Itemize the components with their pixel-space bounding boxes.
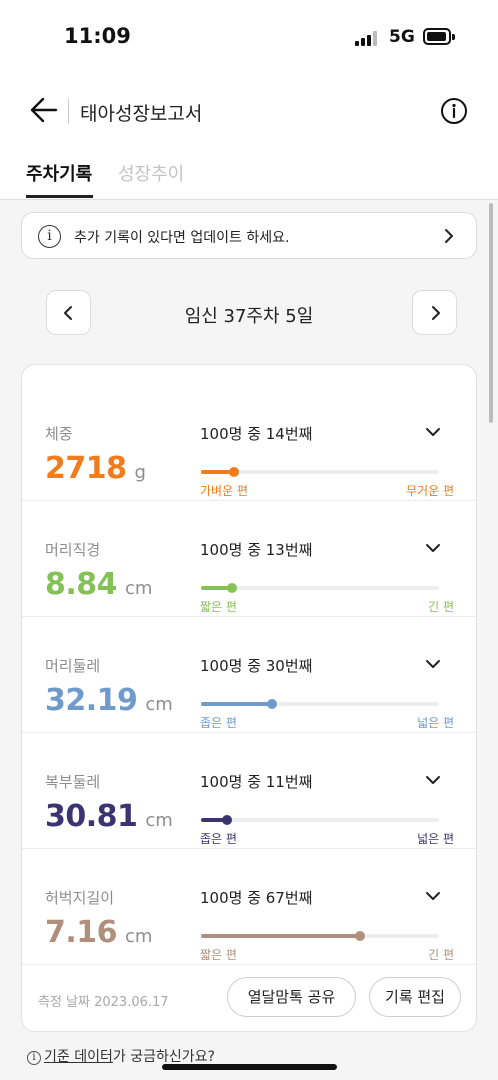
- week-navigator: 임신 37주차 5일: [0, 290, 498, 335]
- metric-number: 32.19: [45, 683, 138, 718]
- chevron-down-icon[interactable]: [424, 541, 442, 555]
- metric-value: 2718 g: [45, 451, 146, 486]
- metric-label: 허벅지길이: [45, 889, 115, 907]
- active-tab-indicator: [26, 195, 93, 198]
- metric-label: 체중: [45, 425, 73, 443]
- range-left-label: 가벼운 편: [200, 484, 248, 498]
- reference-data-link-text: 기준 데이터: [44, 1049, 113, 1065]
- metric-number: 8.84: [45, 567, 118, 602]
- percentile-track: [201, 699, 439, 709]
- header-divider: [68, 98, 69, 124]
- range-right-label: 넓은 편: [417, 832, 454, 846]
- percentile-marker: [229, 467, 240, 477]
- range-left-label: 좁은 편: [200, 832, 237, 846]
- update-notice[interactable]: i 추가 기록이 있다면 업데이트 하세요.: [21, 212, 477, 259]
- status-bar: 11:09 5G: [0, 0, 498, 74]
- info-icon: i: [38, 225, 61, 248]
- metric-rank: 100명 중 67번째: [200, 889, 313, 907]
- info-icon: [441, 98, 467, 124]
- metric-abdominal-circumference: 복부둘레 30.81 cm 100명 중 11번째 좁은 편 넓은 편: [22, 733, 476, 849]
- edit-record-button[interactable]: 기록 편집: [369, 977, 461, 1017]
- chevron-down-icon[interactable]: [424, 889, 442, 903]
- arrow-left-icon: [30, 97, 58, 123]
- percentile-track: [201, 815, 439, 825]
- back-button[interactable]: [28, 94, 60, 126]
- metric-unit: g: [134, 462, 146, 483]
- metric-unit: cm: [125, 578, 153, 599]
- metric-rank: 100명 중 30번째: [200, 657, 313, 675]
- metric-value: 32.19 cm: [45, 683, 173, 718]
- percentile-fill: [201, 934, 361, 938]
- battery-icon: [423, 28, 455, 45]
- info-button[interactable]: [440, 97, 468, 125]
- tab-weekly-record[interactable]: 주차기록: [26, 160, 92, 186]
- metric-value: 7.16 cm: [45, 915, 152, 950]
- range-right-label: 넓은 편: [417, 716, 454, 730]
- metric-femur-length: 허벅지길이 7.16 cm 100명 중 67번째 짧은 편 긴 편: [22, 849, 476, 965]
- top-area: 11:09 5G 태아성장보고서 주차기록 성장추이: [0, 0, 498, 200]
- metric-label: 머리직경: [45, 541, 101, 559]
- percentile-marker: [355, 931, 366, 941]
- range-left-label: 짧은 편: [200, 600, 237, 614]
- reference-data-tail: 가 궁금하신가요?: [112, 1049, 215, 1065]
- tab-growth-trend[interactable]: 성장추이: [118, 160, 184, 186]
- metric-weight: 체중 2718 g 100명 중 14번째 가벼운 편 무거운 편: [22, 385, 476, 501]
- percentile-fill: [201, 702, 273, 706]
- percentile-track: [201, 931, 439, 941]
- metric-rank: 100명 중 13번째: [200, 541, 313, 559]
- metric-value: 30.81 cm: [45, 799, 173, 834]
- metric-label: 복부둘레: [45, 773, 101, 791]
- network-type: 5G: [389, 27, 415, 47]
- percentile-marker: [222, 815, 233, 825]
- tab-bar: 주차기록 성장추이: [0, 158, 498, 200]
- chevron-right-icon: [432, 306, 440, 320]
- page-title: 태아성장보고서: [80, 103, 203, 125]
- metric-rank: 100명 중 11번째: [200, 773, 313, 791]
- chevron-down-icon[interactable]: [424, 657, 442, 671]
- app-header: 태아성장보고서: [0, 84, 498, 138]
- tab-bar-border: [0, 199, 498, 200]
- range-right-label: 무거운 편: [406, 484, 454, 498]
- metric-value: 8.84 cm: [45, 567, 152, 602]
- info-icon: i: [27, 1051, 41, 1065]
- card-footer: 측정 날짜 2023.06.17 열달맘톡 공유 기록 편집: [22, 961, 476, 1031]
- metric-number: 2718: [45, 451, 127, 486]
- metric-number: 7.16: [45, 915, 118, 950]
- chevron-down-icon[interactable]: [424, 425, 442, 439]
- percentile-track: [201, 583, 439, 593]
- percentile-marker: [226, 583, 237, 593]
- metric-head-circumference: 머리둘레 32.19 cm 100명 중 30번째 좁은 편 넓은 편: [22, 617, 476, 733]
- measure-date: 측정 날짜 2023.06.17: [38, 995, 169, 1010]
- growth-card: 체중 2718 g 100명 중 14번째 가벼운 편 무거운 편 머리직경 8.…: [21, 364, 477, 1032]
- metric-rank: 100명 중 14번째: [200, 425, 313, 443]
- metric-label: 머리둘레: [45, 657, 101, 675]
- metric-unit: cm: [145, 810, 173, 831]
- metric-head-diameter: 머리직경 8.84 cm 100명 중 13번째 짧은 편 긴 편: [22, 501, 476, 617]
- chevron-down-icon[interactable]: [424, 773, 442, 787]
- status-time: 11:09: [64, 24, 131, 48]
- metric-number: 30.81: [45, 799, 138, 834]
- percentile-track: [201, 467, 439, 477]
- percentile-marker: [267, 699, 278, 709]
- notice-text: 추가 기록이 있다면 업데이트 하세요.: [74, 230, 290, 246]
- chevron-right-icon: [445, 229, 453, 243]
- metric-unit: cm: [125, 926, 153, 947]
- next-week-button[interactable]: [412, 290, 457, 335]
- signal-icon: [355, 30, 379, 46]
- metric-unit: cm: [145, 694, 173, 715]
- range-left-label: 좁은 편: [200, 716, 237, 730]
- reference-data-link[interactable]: i 기준 데이터가 궁금하신가요?: [27, 1046, 215, 1066]
- range-right-label: 긴 편: [428, 600, 454, 614]
- home-indicator: [162, 1064, 337, 1070]
- share-button[interactable]: 열달맘톡 공유: [227, 977, 356, 1017]
